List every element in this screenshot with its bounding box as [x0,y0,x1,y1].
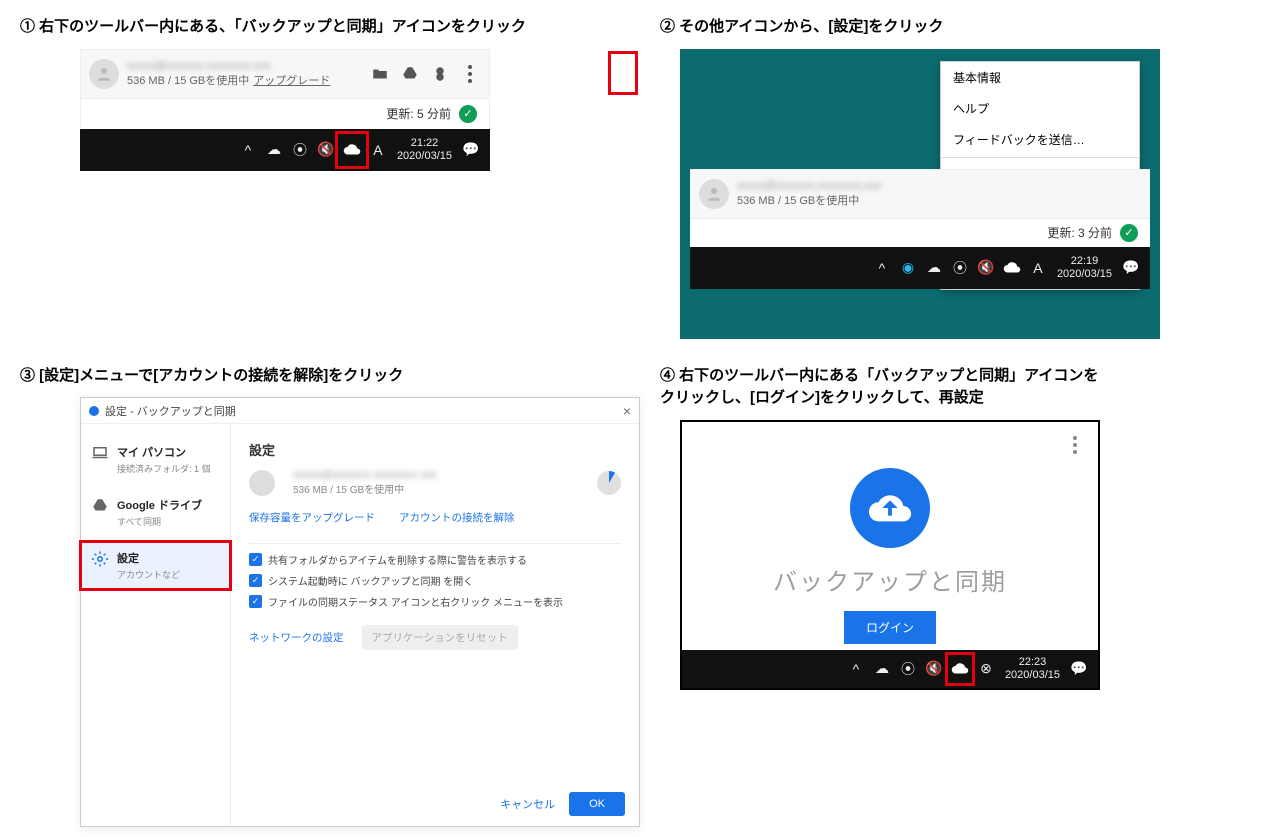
synced-check-icon: ✓ [459,105,477,123]
updated-text: 更新: 3 分前 [1047,224,1112,241]
chevron-up-icon[interactable]: ^ [873,259,891,277]
updated-text: 更新: 5 分前 [386,105,451,122]
step4-caption: ④ 右下のツールバー内にある「バックアップと同期」アイコンを クリックし、[ログ… [660,365,1280,410]
location-icon[interactable]: ◉ [899,259,917,277]
wifi-icon[interactable]: ⦿ [951,259,969,277]
side-settings[interactable]: 設定アカウントなど [81,542,230,589]
onedrive-icon[interactable]: ☁ [873,660,891,678]
taskbar: ^ ☁ ⦿ 🔇 A 21:22 2020/03/15 💬 [80,129,490,171]
backup-sync-cloud-icon[interactable] [951,660,969,678]
step1-caption: ① 右下のツールバー内にある、「バックアップと同期」アイコンをクリック [20,16,640,39]
app-title: バックアップと同期 [773,562,1007,597]
taskbar: ^ ☁ ⦿ 🔇 ⊗ 22:23 2020/03/15 💬 [682,650,1098,688]
settings-window: 設定 - バックアップと同期 × マイ パソコン接続済みフォルダ: 1 個 Go… [80,397,640,827]
drive-icon [91,497,109,515]
laptop-icon [91,444,109,462]
gear-icon [91,550,109,568]
window-title: 設定 - バックアップと同期 [105,403,236,419]
upgrade-storage-link[interactable]: 保存容量をアップグレード [249,510,375,525]
backup-sync-cloud-icon[interactable] [1003,259,1021,277]
more-menu-icon[interactable] [459,59,481,89]
menu-info[interactable]: 基本情報 [941,62,1139,93]
step3-caption: ③ [設定]メニューで[アカウントの接続を解除]をクリック [20,365,640,388]
onedrive-icon[interactable]: ☁ [925,259,943,277]
upgrade-link[interactable]: アップグレード [253,75,330,87]
checkbox-checked-icon[interactable]: ✓ [249,574,262,587]
storage-line: 536 MB / 15 GBを使用中 [293,481,437,496]
side-mypc[interactable]: マイ パソコン接続済みフォルダ: 1 個 [81,436,230,483]
chk2-label: システム起動時に バックアップと同期 を開く [268,573,473,588]
volume-mute-icon[interactable]: 🔇 [925,660,943,678]
volume-mute-icon[interactable]: 🔇 [977,259,995,277]
chk3-label: ファイルの同期ステータス アイコンと右クリック メニューを表示 [268,594,563,609]
ime-icon[interactable]: A [369,141,387,159]
taskbar: ^ ◉ ☁ ⦿ 🔇 A 22:19 2020/03/15 💬 [690,247,1150,289]
backup-sync-cloud-icon[interactable] [343,141,361,159]
avatar-icon [699,179,729,209]
s2-account-bar: xxxxx@xxxxxxx.xxxxxxxx.xxx 536 MB / 15 G… [690,169,1150,219]
app-icon [89,406,99,416]
wifi-icon[interactable]: ⦿ [291,141,309,159]
clock-date: 2020/03/15 [1057,268,1112,280]
clock-time: 21:22 [411,137,439,149]
disconnect-account-link[interactable]: アカウントの接続を解除 [399,510,515,525]
network-settings-link[interactable]: ネットワークの設定 [249,630,344,645]
photos-icon[interactable] [429,63,451,85]
drive-icon[interactable] [399,63,421,85]
menu-feedback[interactable]: フィードバックを送信… [941,124,1139,155]
storage-line: 536 MB / 15 GBを使用中 [737,192,1141,208]
checkbox-checked-icon[interactable]: ✓ [249,553,262,566]
avatar-icon [89,59,119,89]
chk1-label: 共有フォルダからアイテムを削除する際に警告を表示する [268,552,527,567]
reset-app-button: アプリケーションをリセット [362,625,518,650]
error-x-icon[interactable]: ⊗ [977,660,995,678]
action-center-icon[interactable]: 💬 [462,141,480,159]
clock-time: 22:23 [1019,656,1047,668]
synced-check-icon: ✓ [1120,224,1138,242]
cloud-upload-icon [850,468,930,548]
more-menu-icon[interactable] [1064,430,1086,460]
account-email-blurred: xxxxx@xxxxxxx.xxxxxxxx.xxx [737,180,1141,192]
chevron-up-icon[interactable]: ^ [847,660,865,678]
clock-date: 2020/03/15 [397,150,452,162]
step2-caption: ② その他アイコンから、[設定]をクリック [660,16,1280,39]
side-gdrive[interactable]: Google ドライブすべて同期 [81,489,230,536]
onedrive-icon[interactable]: ☁ [265,141,283,159]
menu-help[interactable]: ヘルプ [941,93,1139,124]
checkbox-checked-icon[interactable]: ✓ [249,595,262,608]
ok-button[interactable]: OK [569,792,625,816]
action-center-icon[interactable]: 💬 [1122,259,1140,277]
account-email-blurred: xxxxx@xxxxxxx.xxxxxxxx.xxx [127,60,369,72]
ime-icon[interactable]: A [1029,259,1047,277]
clock-date: 2020/03/15 [1005,669,1060,681]
close-icon[interactable]: × [623,403,631,419]
account-email-blurred: xxxxx@xxxxxxx.xxxxxxxx.xxx [293,469,437,481]
wifi-icon[interactable]: ⦿ [899,660,917,678]
action-center-icon[interactable]: 💬 [1070,660,1088,678]
storage-pie-icon [597,471,621,495]
storage-line: 536 MB / 15 GBを使用中アップグレード [127,72,369,88]
chevron-up-icon[interactable]: ^ [239,141,257,159]
login-button[interactable]: ログイン [844,611,936,644]
volume-mute-icon[interactable]: 🔇 [317,141,335,159]
clock-time: 22:19 [1071,255,1099,267]
avatar-icon [249,470,275,496]
s1-account-bar: xxxxx@xxxxxxx.xxxxxxxx.xxx 536 MB / 15 G… [80,49,490,99]
panel-heading: 設定 [249,440,621,459]
highlight-more-menu [608,51,638,95]
cancel-button[interactable]: キャンセル [500,796,555,812]
folder-icon[interactable] [369,63,391,85]
